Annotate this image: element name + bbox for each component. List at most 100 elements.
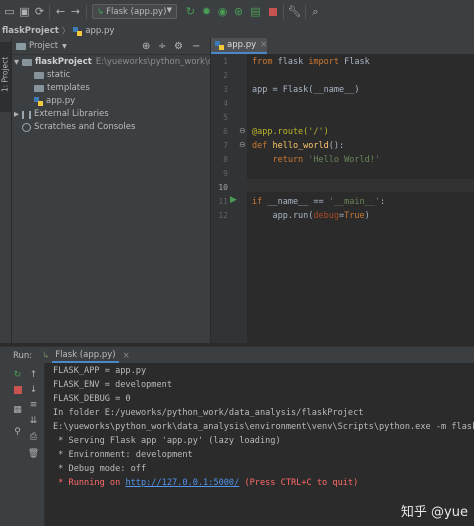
line-number: 2 [223,71,228,80]
code-line-1: from flask import Flask [252,57,370,67]
console-line: E:\yueworks\python_work\data_analysis\en… [53,422,474,432]
tree-item-scratches[interactable]: Scratches and Consoles [22,121,135,134]
breadcrumb-file[interactable]: app.py [85,26,114,36]
code-line-11: if __name__ == '__main__': [252,197,386,207]
flask-icon: ↳ [97,6,105,17]
navigation-bar: flaskProject 〉 app.py [0,24,474,39]
arrow-up-icon[interactable]: ↑ [27,368,40,381]
fold-icon[interactable]: ⊖ [239,140,246,149]
line-number: 6 [223,127,228,136]
library-icon [22,110,31,119]
fold-icon[interactable]: ⊖ [239,126,246,135]
soft-wrap-icon[interactable]: ≡ [27,398,40,411]
project-root-path: E:\yueworks\python_work\data_a [95,57,210,67]
code-line-6: def hello_world(): [252,141,345,151]
coverage-icon[interactable]: ◉ [215,4,230,19]
code-line-3: app = Flask(__name__) [252,85,360,95]
trash-icon[interactable]: 🗑︎ [27,447,40,460]
project-view-selector[interactable]: Project [29,41,58,51]
project-view-icon [16,42,26,50]
python-file-icon [34,97,43,106]
run-tab-flask[interactable]: Flask (app.py) [52,349,119,363]
rerun-icon[interactable]: ↻ [11,368,24,381]
console-line: * Environment: development [53,450,193,460]
toolbar-divider [283,5,284,19]
line-number: 7 [223,141,228,150]
tree-item-label: static [47,70,71,80]
pin-icon[interactable]: ⚲ [11,425,24,438]
stop-icon[interactable] [265,4,280,19]
project-panel-header: Project ▼ ⊕ ÷ ⚙ − [12,38,210,55]
breadcrumb-project[interactable]: flaskProject [2,26,59,36]
tree-item-label: templates [47,83,90,93]
tree-item-label: External Libraries [34,109,109,119]
tab-app-py[interactable]: app.py × [211,38,267,54]
line-number: 11 [218,197,228,206]
project-panel: Project ▼ ⊕ ÷ ⚙ − ▼ flaskProject E:\yuew… [12,38,211,343]
run-side-strip [0,363,11,526]
hide-panel-icon[interactable]: − [192,41,200,52]
server-url-link[interactable]: http://127.0.0.1:5000/ [125,478,239,488]
tree-item-label: app.py [46,96,76,106]
search-icon[interactable]: ⌕ [308,4,323,19]
tree-item-project-root[interactable]: ▼ flaskProject E:\yueworks\python_work\d… [14,56,210,69]
toolbar-divider [49,5,50,19]
line-number: 10 [218,183,228,192]
locate-icon[interactable]: ⊕ [142,41,150,52]
tree-item-templates[interactable]: templates [34,82,90,95]
chevron-down-icon: ▼ [166,6,172,14]
console-line: In folder E:/yueworks/python_work/data_a… [53,408,364,418]
concurrency-icon[interactable]: ▤ [248,4,263,19]
back-arrow-icon[interactable]: ← [53,4,68,19]
forward-arrow-icon[interactable]: → [68,4,83,19]
close-icon[interactable]: × [123,351,130,361]
tree-item-app-py[interactable]: app.py [34,95,75,108]
rerun-icon[interactable]: ↻ [183,4,198,19]
scroll-to-end-icon[interactable]: ⇊ [27,414,40,427]
main-toolbar: ▭ ▣ ⟳ ← → ↳ Flask (app.py) ▼ ↻ ✹ ◉ ⊛ ▤ 🔧… [0,0,474,25]
tab-label: app.py [227,40,257,50]
collapse-all-icon[interactable]: ÷ [158,41,166,52]
breadcrumb-separator: 〉 [61,27,71,37]
running-prefix: * Running on [53,478,126,488]
run-console-output[interactable]: FLASK_APP = app.py FLASK_ENV = developme… [45,363,474,526]
folder-icon [34,72,44,79]
layout-icon[interactable]: ▦ [11,403,24,416]
line-number: 8 [223,155,228,164]
tree-item-external-libraries[interactable]: ▶ External Libraries [14,108,109,121]
sync-icon[interactable]: ⟳ [32,4,47,19]
chevron-down-icon: ▼ [14,58,19,66]
open-folder-icon[interactable]: ▭ [2,4,17,19]
close-icon[interactable]: × [260,40,267,50]
run-configuration-select[interactable]: ↳ Flask (app.py) ▼ [92,4,177,19]
project-tool-tab-label: 1: Project [0,56,10,93]
wrench-icon[interactable]: 🔧︎ [287,4,302,19]
code-line-7: return 'Hello World!' [252,155,380,165]
run-configuration-label: Flask (app.py) [106,6,167,17]
project-tool-tab[interactable]: 1: Project [0,42,11,112]
console-line: * Serving Flask app 'app.py' (lazy loadi… [53,436,281,446]
console-running-line: * Running on http://127.0.0.1:5000/ (Pre… [53,478,358,488]
gear-icon[interactable]: ⚙ [174,41,183,52]
console-line: FLASK_DEBUG = 0 [53,394,131,404]
running-suffix: (Press CTRL+C to quit) [239,478,359,488]
watermark: 知乎 @yue [400,505,468,520]
print-icon[interactable]: ⎙ [27,430,40,443]
chevron-right-icon: ▶ [14,110,19,118]
debug-icon[interactable]: ✹ [199,4,214,19]
line-number: 4 [223,99,228,108]
line-number: 5 [223,113,228,122]
tree-item-static[interactable]: static [34,69,70,82]
profile-icon[interactable]: ⊛ [231,4,246,19]
stop-icon[interactable] [11,383,24,396]
save-all-icon[interactable]: ▣ [17,4,32,19]
arrow-down-icon[interactable]: ↓ [27,383,40,396]
run-gutter-icon[interactable]: ▶ [230,195,237,205]
folder-icon [22,59,32,66]
flask-icon: ↳ [42,350,50,361]
run-label: Run: [13,350,33,361]
chevron-down-icon[interactable]: ▼ [62,43,67,50]
console-line: * Debug mode: off [53,464,147,474]
code-editor[interactable]: from flask import Flask app = Flask(__na… [247,54,474,343]
editor-gutter: 1 2 3 4 5 6 7 8 9 10 11 12 ⊖ ⊖ ▶ [211,54,247,343]
